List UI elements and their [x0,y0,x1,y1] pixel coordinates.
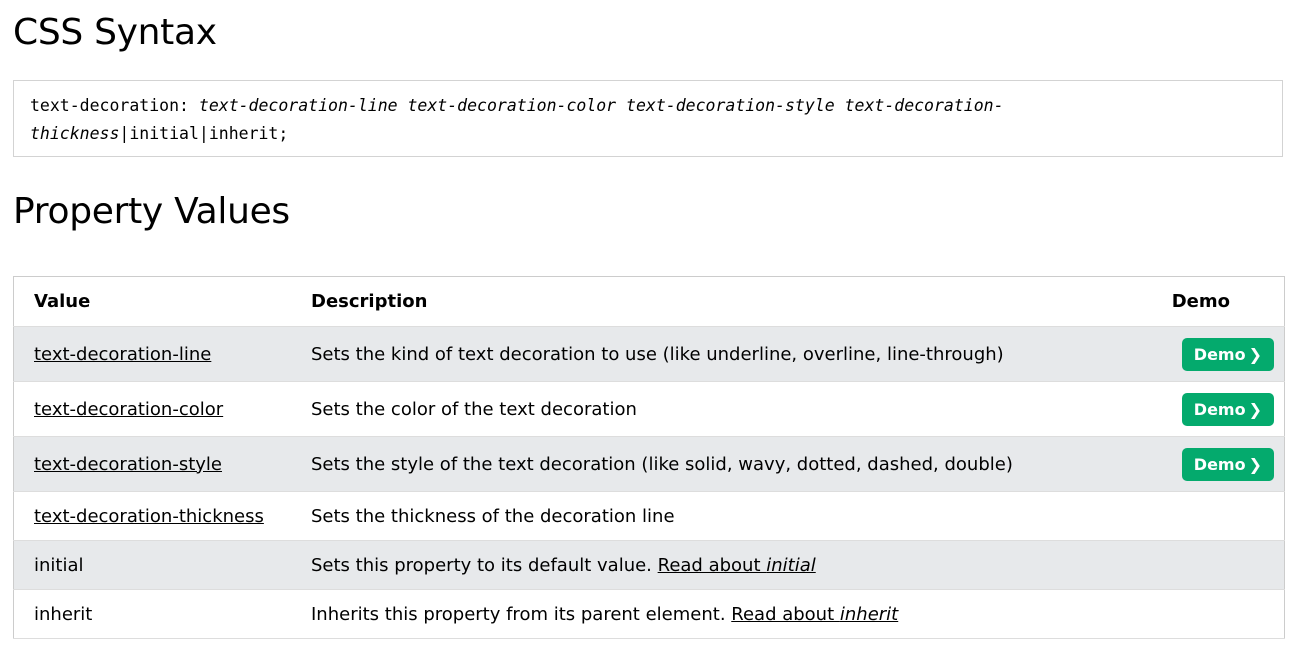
demo-button-label: Demo [1193,344,1246,364]
description-text: Inherits this property from its parent e… [311,603,732,625]
demo-button-label: Demo [1193,399,1246,419]
description-cell: Sets the color of the text decoration [291,381,1152,437]
value-link-text-decoration-style[interactable]: text-decoration-style [34,454,222,475]
read-about-initial-link[interactable]: Read about initial [658,555,816,576]
chevron-right-icon: ❯ [1248,454,1262,474]
demo-cell [1151,491,1285,541]
syntax-suffix: ; [278,124,289,143]
demo-button-label: Demo [1193,454,1246,474]
syntax-line-1: text-decoration: text-decoration-line te… [30,92,1266,120]
syntax-args-cont: thickness [30,124,120,143]
value-link-text-decoration-color[interactable]: text-decoration-color [34,399,223,420]
value-cell: inherit [13,589,291,639]
read-about-inherit-link[interactable]: Read about inherit [731,604,898,625]
value-cell: initial [13,540,291,590]
value-cell: text-decoration-color [13,381,291,437]
description-cell: Inherits this property from its parent e… [291,589,1152,639]
syntax-sep: | [198,124,209,143]
value-link-text-decoration-line[interactable]: text-decoration-line [34,344,211,365]
syntax-sep: | [119,124,130,143]
demo-button[interactable]: Demo ❯ [1181,337,1274,371]
description-cell: Sets the kind of text decoration to use … [291,326,1152,382]
demo-cell: Demo ❯ [1151,326,1285,382]
syntax-args: text-decoration-line text-decoration-col… [198,96,1004,115]
description-text: Sets this property to its default value. [311,554,658,576]
value-cell: text-decoration-line [13,326,291,382]
description-cell: Sets this property to its default value.… [291,540,1152,590]
chevron-right-icon: ❯ [1248,344,1262,364]
demo-cell: Demo ❯ [1151,381,1285,437]
description-cell: Sets the style of the text decoration (l… [291,436,1152,492]
syntax-prefix: text-decoration: [30,96,199,115]
syntax-line-2: thickness|initial|inherit; [30,120,1266,148]
value-link-text-decoration-thickness[interactable]: text-decoration-thickness [34,506,264,527]
syntax-code-block: text-decoration: text-decoration-line te… [13,80,1283,157]
demo-cell: Demo ❯ [1151,436,1285,492]
syntax-initial: initial [129,124,199,143]
description-cell: Sets the thickness of the decoration lin… [291,491,1152,541]
chevron-right-icon: ❯ [1248,399,1262,419]
read-about-label: Read about [657,554,767,576]
read-about-keyword: initial [766,554,816,576]
header-value: Value [13,276,291,327]
header-demo: Demo [1151,276,1285,327]
page: CSS Syntax text-decoration: text-decorat… [0,0,1295,649]
property-values-table: Value Description Demo text-decoration-l… [13,276,1285,639]
table-row: text-decoration-thickness Sets the thick… [13,491,1285,541]
value-cell: text-decoration-style [13,436,291,492]
header-description: Description [291,276,1152,327]
read-about-keyword: inherit [839,603,899,625]
demo-button[interactable]: Demo ❯ [1181,447,1274,481]
property-values-heading: Property Values [13,191,290,232]
table-row: inherit Inherits this property from its … [13,589,1285,639]
table-row: text-decoration-line Sets the kind of te… [13,326,1285,382]
demo-cell [1151,540,1285,590]
read-about-label: Read about [731,603,840,625]
syntax-heading: CSS Syntax [13,12,217,53]
value-cell: text-decoration-thickness [13,491,291,541]
table-row: initial Sets this property to its defaul… [13,540,1285,590]
table-header-row: Value Description Demo [13,276,1285,327]
table-row: text-decoration-style Sets the style of … [13,436,1285,492]
syntax-inherit: inherit [208,124,279,143]
demo-cell [1151,589,1285,639]
table-row: text-decoration-color Sets the color of … [13,381,1285,437]
demo-button[interactable]: Demo ❯ [1181,392,1274,426]
